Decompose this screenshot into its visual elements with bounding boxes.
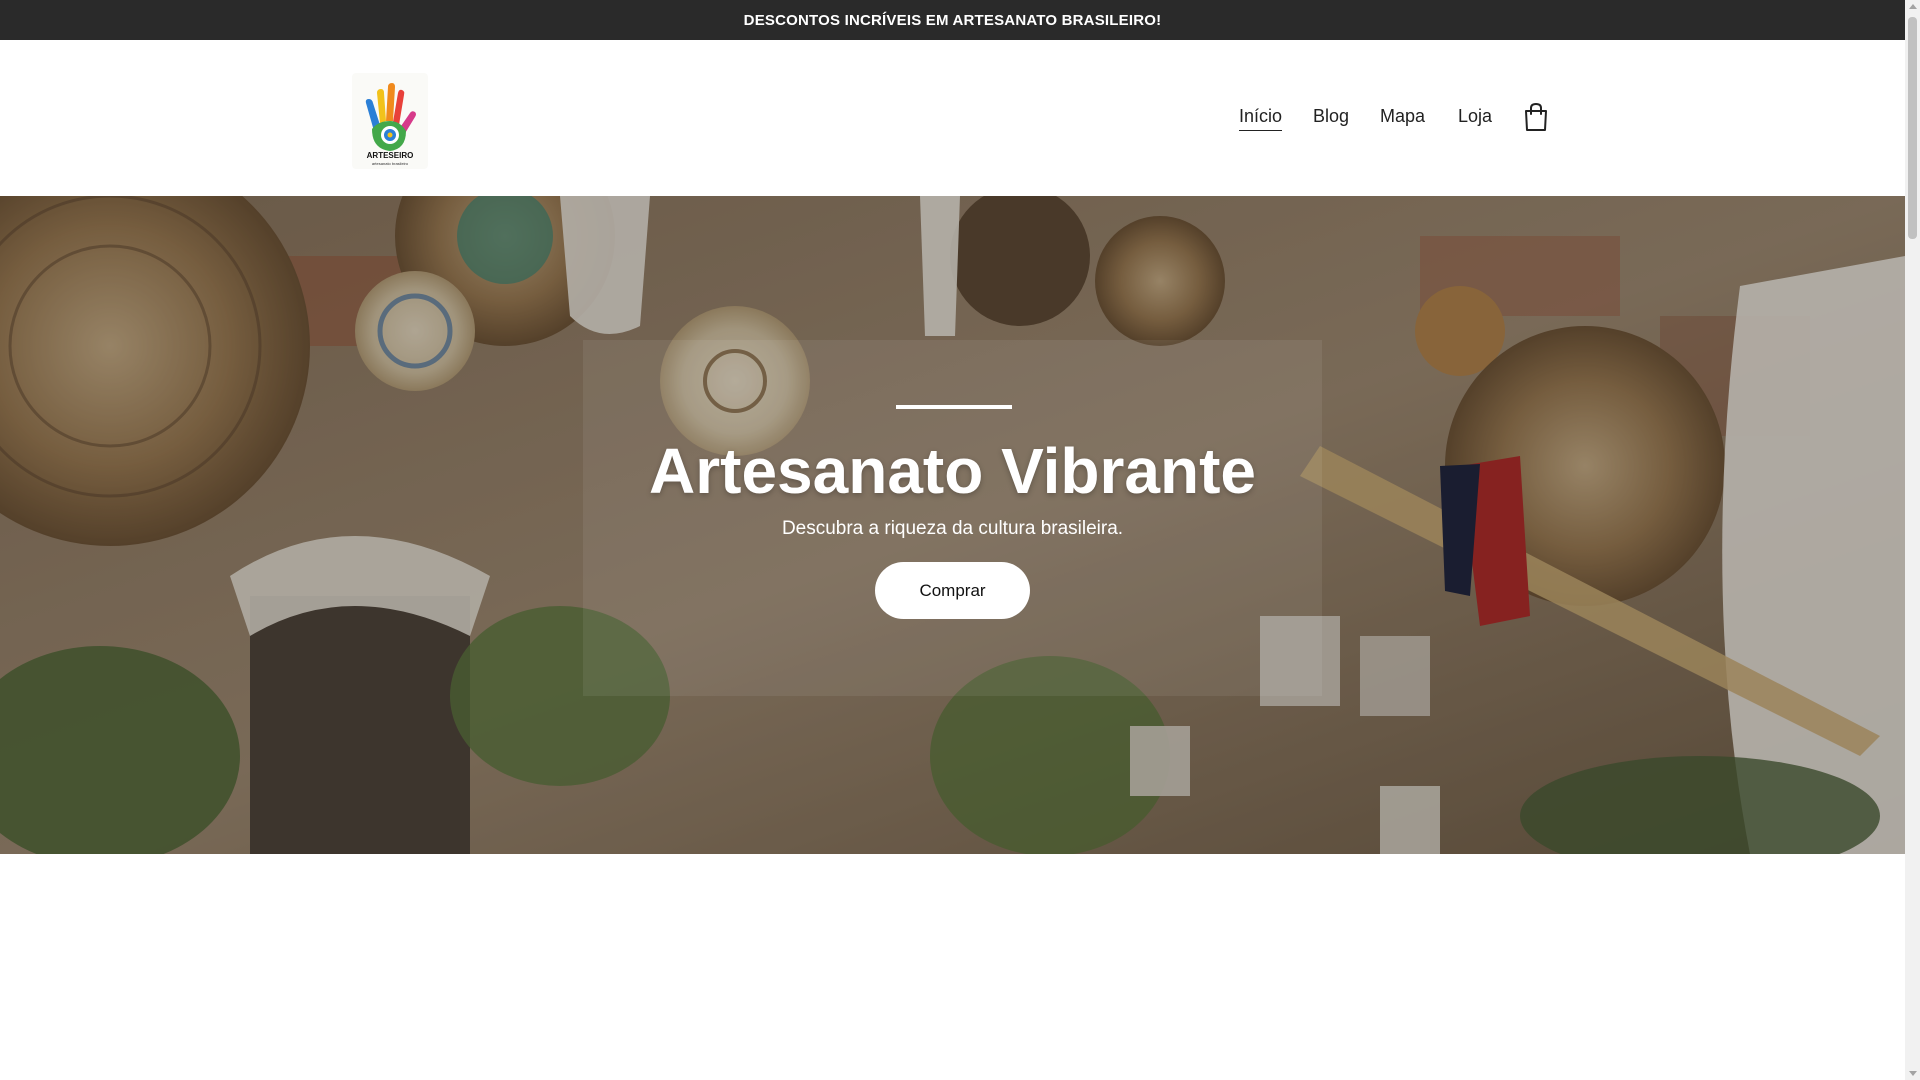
nav-item-blog[interactable]: Blog [1313, 106, 1349, 130]
hero-divider [896, 405, 1012, 409]
scroll-thumb[interactable] [1908, 17, 1917, 239]
scroll-down-icon[interactable] [1909, 1071, 1917, 1076]
hero-title: Artesanato Vibrante [649, 435, 1256, 507]
page: DESCONTOS INCRÍVEIS EM ARTESANATO BRASIL… [0, 0, 1905, 1080]
hero-subtitle: Descubra a riqueza da cultura brasileira… [781, 518, 1124, 539]
scroll-up-icon[interactable] [1909, 4, 1917, 9]
page-scrollbar[interactable] [1905, 0, 1920, 1080]
site-logo[interactable]: ARTESEIRO artesanato brasileiro [352, 73, 428, 169]
announcement-bar: DESCONTOS INCRÍVEIS EM ARTESANATO BRASIL… [0, 0, 1905, 40]
site-header: ARTESEIRO artesanato brasileiro Início B… [0, 40, 1905, 196]
shop-button[interactable]: Comprar [875, 562, 1030, 619]
shopping-bag-icon[interactable] [1523, 102, 1549, 132]
nav-item-inicio[interactable]: Início [1239, 106, 1283, 131]
nav-item-mapa[interactable]: Mapa [1380, 106, 1425, 130]
announcement-text: DESCONTOS INCRÍVEIS EM ARTESANATO BRASIL… [743, 11, 1162, 29]
logo-tagline: artesanato brasileiro [371, 161, 409, 166]
nav-item-loja[interactable]: Loja [1458, 106, 1492, 130]
hero-section: Artesanato Vibrante Descubra a riqueza d… [0, 196, 1905, 854]
logo-wordmark: ARTESEIRO [366, 151, 414, 160]
